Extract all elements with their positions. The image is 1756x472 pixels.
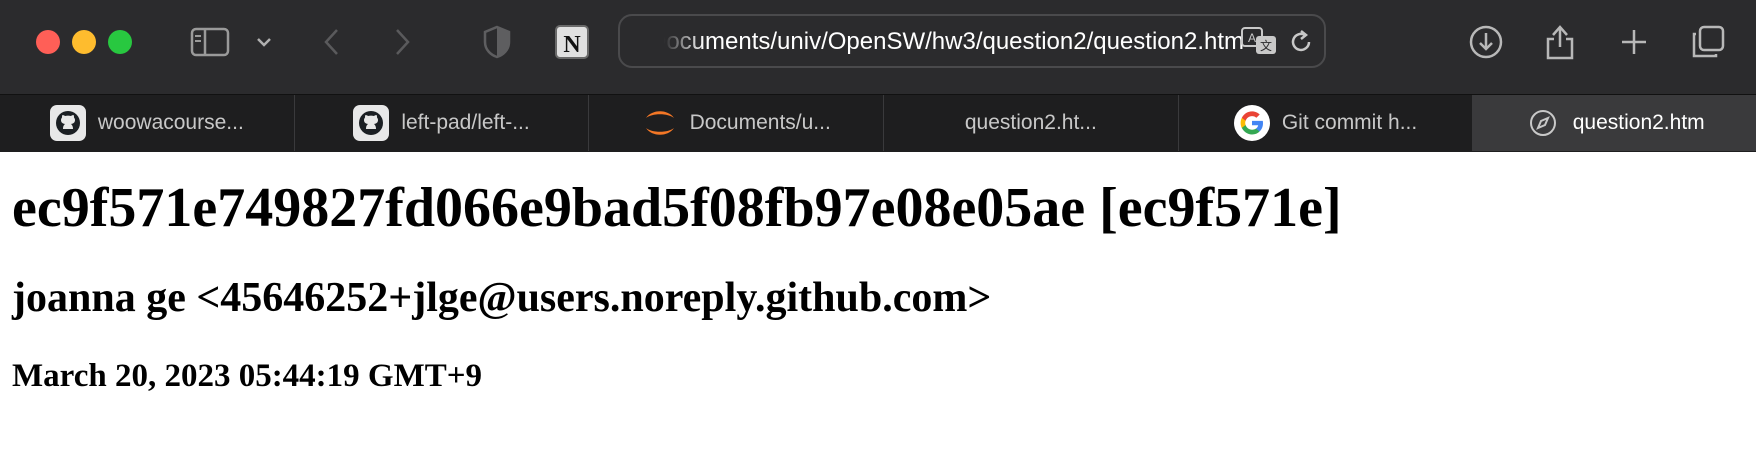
- tab-woowacourse[interactable]: woowacourse...: [0, 95, 295, 151]
- minimize-window-button[interactable]: [72, 30, 96, 54]
- window-controls: [36, 30, 132, 54]
- tab-label: Documents/u...: [689, 111, 831, 134]
- tab-label: Git commit h...: [1281, 111, 1418, 134]
- shield-icon[interactable]: [477, 22, 517, 62]
- tab-label: question2.ht...: [964, 111, 1097, 134]
- page-content: ec9f571e749827fd066e9bad5f08fb97e08e05ae…: [0, 152, 1756, 412]
- tab-label: question2.htm: [1572, 111, 1705, 134]
- zoom-window-button[interactable]: [108, 30, 132, 54]
- reload-icon[interactable]: [1288, 28, 1314, 61]
- tab-documents[interactable]: Documents/u...: [589, 95, 885, 151]
- svg-text:文: 文: [1260, 38, 1272, 53]
- google-icon: [1233, 105, 1270, 141]
- compass-icon: [1525, 105, 1561, 141]
- address-bar-url[interactable]: Documents/univ/OpenSW/hw3/question2/ques…: [664, 28, 1244, 56]
- chevron-down-icon[interactable]: [244, 22, 284, 62]
- address-bar[interactable]: Documents/univ/OpenSW/hw3/question2/ques…: [618, 14, 1326, 68]
- close-window-button[interactable]: [36, 30, 60, 54]
- commit-date: March 20, 2023 05:44:19 GMT+9: [12, 358, 483, 394]
- downloads-icon[interactable]: [1466, 22, 1506, 62]
- forward-icon[interactable]: [382, 22, 422, 62]
- new-tab-icon[interactable]: [1614, 22, 1654, 62]
- notion-icon[interactable]: N: [552, 22, 592, 62]
- tab-question2-active[interactable]: question2.htm: [1473, 95, 1756, 151]
- svg-text:N: N: [563, 32, 581, 58]
- commit-author: joanna ge <45646252+jlge@users.noreply.g…: [12, 275, 992, 321]
- github-icon: [49, 105, 86, 141]
- translate-icon[interactable]: A文: [1240, 26, 1280, 61]
- sidebar-toggle-icon[interactable]: [190, 22, 230, 62]
- commit-hash-heading: ec9f571e749827fd066e9bad5f08fb97e08e05ae…: [12, 177, 1342, 239]
- back-icon[interactable]: [312, 22, 352, 62]
- tab-label: woowacourse...: [97, 111, 244, 134]
- tab-left-pad[interactable]: left-pad/left-...: [295, 95, 590, 151]
- tab-bar: woowacourse... left-pad/left-... Documen…: [0, 94, 1756, 152]
- tab-question2-ht[interactable]: question2.ht...: [884, 95, 1179, 151]
- svg-text:A: A: [1248, 31, 1256, 45]
- tab-git-commit[interactable]: Git commit h...: [1179, 95, 1474, 151]
- browser-toolbar: N Documents/univ/OpenSW/hw3/question2/qu…: [0, 0, 1756, 94]
- tab-label: left-pad/left-...: [401, 111, 530, 134]
- share-icon[interactable]: [1540, 22, 1580, 62]
- tab-overview-icon[interactable]: [1688, 22, 1728, 62]
- github-icon: [353, 105, 390, 141]
- jupyter-icon: [642, 105, 678, 141]
